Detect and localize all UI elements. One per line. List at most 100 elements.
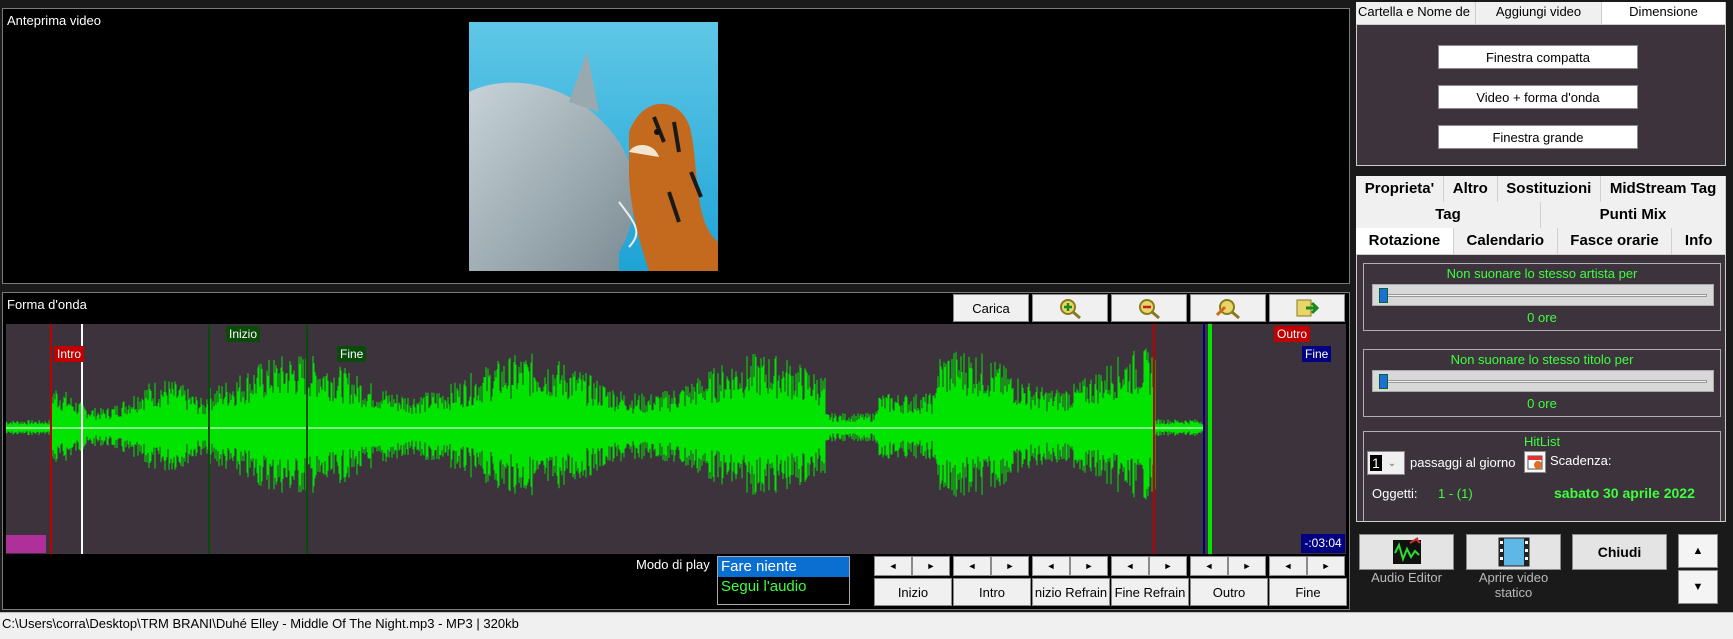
tab-dimensione[interactable]: Dimensione [1602,2,1726,24]
playmode-list[interactable]: Fare niente Segui l'audio [717,556,850,605]
artist-separation-group: Non suonare lo stesso artista per 0 ore [1363,263,1721,331]
nudge-left-button[interactable]: ◄ [953,556,991,576]
cue-fine-refrain-button[interactable]: Fine Refrain [1111,578,1189,606]
nudge-right-button[interactable]: ► [1070,556,1108,576]
arrow-right-icon [1296,299,1320,317]
nudge-left-button[interactable]: ◄ [1190,556,1228,576]
status-bar: C:\Users\corra\Desktop\TRM BRANI\Duhé El… [0,612,1733,639]
large-window-button[interactable]: Finestra grande [1438,125,1638,149]
nudge-left-button[interactable]: ◄ [1269,556,1307,576]
passes-label: passaggi al giorno [1410,455,1516,470]
waveform-path [6,348,1204,500]
playmode-option[interactable]: Segui l'audio [718,577,849,597]
property-tabbar: Proprieta' Altro Sostituzioni MidStream … [1356,176,1727,254]
audio-editor-icon [1393,537,1421,564]
tab-midstream-tag[interactable]: MidStream Tag [1601,176,1727,202]
playmode-label: Modo di play [636,557,710,572]
intro-nudge: ◄ ► [953,556,1029,576]
tab-info[interactable]: Info [1672,228,1727,254]
scroll-up-button[interactable]: ▲ [1678,534,1718,568]
tab-altro[interactable]: Altro [1444,176,1498,202]
tab-punti-mix[interactable]: Punti Mix [1541,202,1726,228]
zoom-fit-button[interactable] [1190,294,1266,322]
marker-inizio-label[interactable]: Inizio [226,326,261,342]
cue-intro-button[interactable]: Intro [953,578,1031,606]
cue-inizio-button[interactable]: Inizio [874,578,952,606]
zoom-in-button[interactable] [1032,294,1108,322]
expiry-date: sabato 30 aprile 2022 [1554,485,1695,501]
nudge-right-button[interactable]: ► [1228,556,1266,576]
marker-fine-label[interactable]: Fine [1302,346,1332,362]
cue-inizio-refrain-button[interactable]: nizio Refrain [1032,578,1110,606]
slider-thumb[interactable] [1379,374,1388,389]
tab-proprieta[interactable]: Proprieta' [1356,176,1444,202]
zoom-in-icon [1060,299,1081,319]
arrow-down-icon: ▼ [1692,581,1704,593]
video-preview-title: Anteprima video [7,13,101,28]
video-waveform-button[interactable]: Video + forma d'onda [1438,85,1638,109]
playmode-option[interactable]: Fare niente [718,557,849,577]
marker-outro-label[interactable]: Outro [1274,326,1311,342]
artist-separation-slider[interactable] [1372,284,1714,306]
tab-fasce-orarie[interactable]: Fasce orarie [1558,228,1673,254]
slider-thumb[interactable] [1379,288,1388,303]
title-separation-group: Non suonare lo stesso titolo per 0 ore [1363,349,1721,417]
zoom-out-icon [1139,299,1160,319]
nudge-right-button[interactable]: ► [1149,556,1187,576]
waveform-graph [6,324,1212,554]
calendar-icon[interactable] [1524,451,1546,473]
cue-outro-button[interactable]: Outro [1190,578,1268,606]
fine-nudge: ◄ ► [1269,556,1345,576]
expiry-label: Scadenza: [1550,453,1612,468]
cue-fine-button[interactable]: Fine [1269,578,1347,606]
title-separation-slider[interactable] [1372,370,1714,392]
outro-nudge: ◄ ► [1190,556,1266,576]
nudge-left-button[interactable]: ◄ [874,556,912,576]
film-icon [1498,537,1530,567]
export-button[interactable] [1269,294,1345,322]
dimension-panel: Finestra compatta Video + forma d'onda F… [1356,24,1726,166]
compact-window-button[interactable]: Finestra compatta [1438,45,1638,69]
tab-tag[interactable]: Tag [1356,202,1541,228]
zoom-out-button[interactable] [1111,294,1187,322]
audio-editor-button[interactable] [1359,534,1454,570]
marker-fine-refrain-label[interactable]: Fine [337,346,367,362]
file-path: C:\Users\corra\Desktop\TRM BRANI\Duhé El… [2,616,519,631]
tab-cartella[interactable]: Cartella e Nome de [1356,2,1476,24]
nudge-right-button[interactable]: ► [912,556,950,576]
artist-separation-title: Non suonare lo stesso artista per [1446,266,1638,281]
waveform-title: Forma d'onda [7,297,87,312]
hitlist-count-select[interactable]: 1 ⌄ [1367,451,1405,475]
nudge-right-button[interactable]: ► [991,556,1029,576]
open-static-video-button[interactable] [1466,534,1561,570]
tab-sostituzioni[interactable]: Sostituzioni [1498,176,1602,202]
artist-separation-value: 0 ore [1527,310,1557,325]
open-static-video-label: Aprire video statico [1478,570,1549,600]
tab-aggiungi-video[interactable]: Aggiungi video [1476,2,1602,24]
tab-rotazione[interactable]: Rotazione [1356,228,1454,254]
hitlist-count: 1 [1370,455,1382,471]
audio-editor-label: Audio Editor [1371,570,1442,585]
inizio-nudge: ◄ ► [874,556,950,576]
nudge-left-button[interactable]: ◄ [1111,556,1149,576]
title-separation-title: Non suonare lo stesso titolo per [1450,352,1634,367]
rotation-panel: Non suonare lo stesso artista per 0 ore … [1356,254,1726,522]
title-separation-value: 0 ore [1527,396,1557,411]
time-remaining: -:03:04 [1301,534,1345,553]
nudge-left-button[interactable]: ◄ [1032,556,1070,576]
fine-refrain-nudge: ◄ ► [1111,556,1187,576]
inizio-refrain-nudge: ◄ ► [1032,556,1108,576]
nudge-right-button[interactable]: ► [1307,556,1345,576]
objects-value: 1 - (1) [1438,486,1473,501]
close-button[interactable]: Chiudi [1572,534,1667,570]
hitlist-group: HitList 1 ⌄ passaggi al giorno Scadenza:… [1363,431,1721,521]
video-thumbnail [469,22,718,271]
position-indicator [6,535,46,553]
waveform-display[interactable]: Intro Inizio Fine Outro Fine -:03:04 [6,324,1346,554]
arrow-up-icon: ▲ [1692,545,1704,557]
marker-intro-label[interactable]: Intro [54,346,85,362]
chevron-down-icon: ⌄ [1387,457,1397,469]
scroll-down-button[interactable]: ▼ [1678,570,1718,604]
load-button[interactable]: Carica [953,294,1029,322]
tab-calendario[interactable]: Calendario [1454,228,1558,254]
